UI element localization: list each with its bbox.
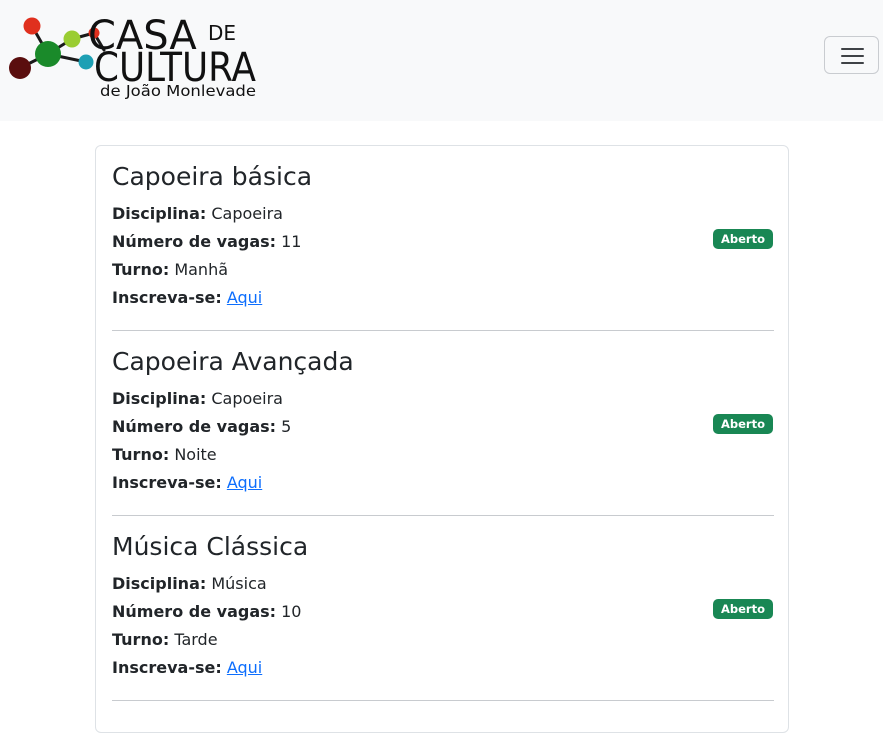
brand-logo[interactable]: CASA DE CULTURA de João Monlevade xyxy=(8,10,268,100)
course-slots: Número de vagas: 5 xyxy=(112,415,291,439)
value: 10 xyxy=(281,602,302,621)
label: Número de vagas: xyxy=(112,232,277,251)
label: Disciplina: xyxy=(112,574,207,593)
course-discipline: Disciplina: Música xyxy=(112,572,267,596)
course-shift: Turno: Manhã xyxy=(112,258,228,282)
course-item: Capoeira básica Disciplina: Capoeira Núm… xyxy=(112,146,774,331)
course-item: Capoeira Avançada Disciplina: Capoeira N… xyxy=(112,331,774,516)
value: 11 xyxy=(281,232,302,251)
course-signup: Inscreva-se: Aqui xyxy=(112,656,262,680)
status-badge: Aberto xyxy=(712,599,773,619)
hamburger-icon-bar xyxy=(841,62,864,64)
course-title: Capoeira Avançada xyxy=(112,347,354,376)
value: Capoeira xyxy=(211,204,283,223)
course-shift: Turno: Tarde xyxy=(112,628,218,652)
course-title: Capoeira básica xyxy=(112,162,313,191)
course-title: Música Clássica xyxy=(112,532,309,561)
course-slots: Número de vagas: 10 xyxy=(112,600,301,624)
courses-card: Capoeira básica Disciplina: Capoeira Núm… xyxy=(95,145,789,733)
navbar: CASA DE CULTURA de João Monlevade xyxy=(0,0,883,121)
status-badge: Aberto xyxy=(712,414,773,434)
value: Capoeira xyxy=(211,389,283,408)
hamburger-icon xyxy=(841,48,864,50)
course-signup: Inscreva-se: Aqui xyxy=(112,471,262,495)
brand-de: DE xyxy=(208,21,236,45)
divider xyxy=(112,700,774,701)
label: Turno: xyxy=(112,630,170,649)
navbar-toggler-button[interactable] xyxy=(824,36,879,74)
course-discipline: Disciplina: Capoeira xyxy=(112,387,283,411)
status-badge: Aberto xyxy=(712,229,773,249)
logo-mark: CASA DE CULTURA de João Monlevade xyxy=(9,13,257,100)
value: 5 xyxy=(281,417,292,436)
course-discipline: Disciplina: Capoeira xyxy=(112,202,283,226)
course-signup: Inscreva-se: Aqui xyxy=(112,286,262,310)
course-item: Música Clássica Disciplina: Música Númer… xyxy=(112,516,774,701)
hamburger-icon-bar xyxy=(841,55,864,57)
label: Disciplina: xyxy=(112,389,207,408)
label: Disciplina: xyxy=(112,204,207,223)
label: Inscreva-se: xyxy=(112,658,222,677)
label: Inscreva-se: xyxy=(112,288,222,307)
value: Música xyxy=(211,574,267,593)
label: Inscreva-se: xyxy=(112,473,222,492)
course-shift: Turno: Noite xyxy=(112,443,217,467)
label: Turno: xyxy=(112,445,170,464)
course-slots: Número de vagas: 11 xyxy=(112,230,301,254)
label: Turno: xyxy=(112,260,170,279)
brand-city: de João Monlevade xyxy=(100,82,256,100)
value: Manhã xyxy=(174,260,229,279)
label: Número de vagas: xyxy=(112,417,277,436)
label: Número de vagas: xyxy=(112,602,277,621)
value: Tarde xyxy=(174,630,218,649)
value: Noite xyxy=(174,445,217,464)
signup-link[interactable]: Aqui xyxy=(227,658,262,677)
signup-link[interactable]: Aqui xyxy=(227,473,262,492)
signup-link[interactable]: Aqui xyxy=(227,288,262,307)
